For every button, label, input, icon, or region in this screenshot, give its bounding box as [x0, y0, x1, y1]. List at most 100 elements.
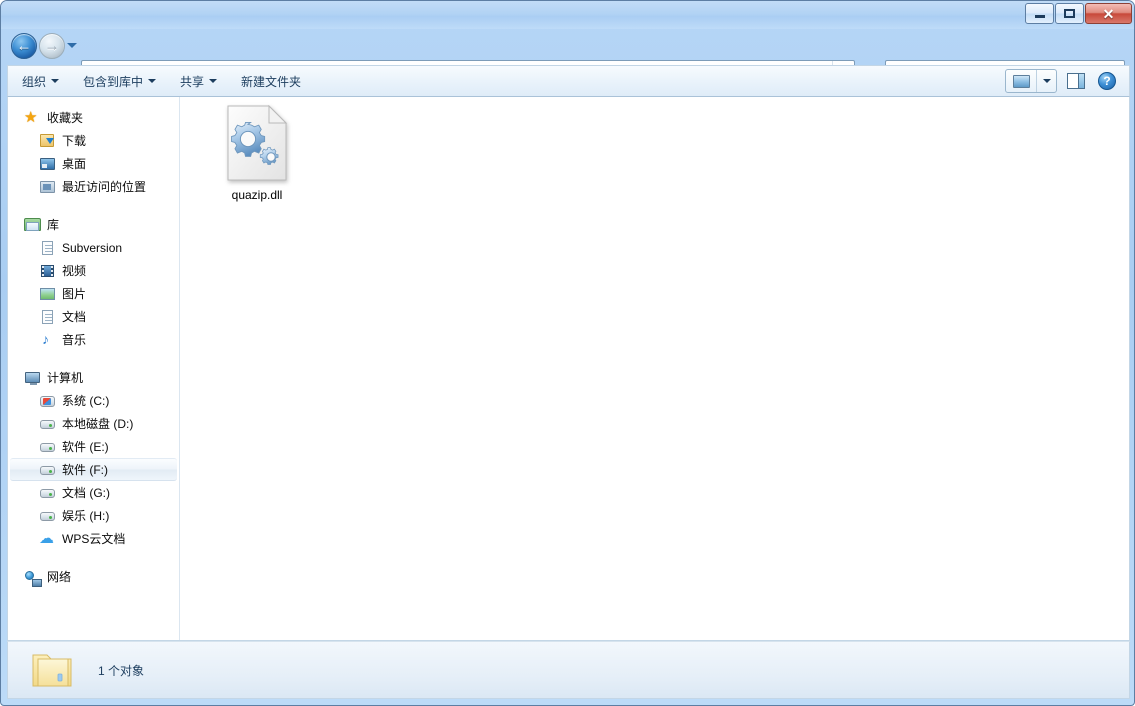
library-icon	[24, 217, 41, 233]
sidebar-label-pictures: 图片	[62, 286, 87, 301]
navigation-pane[interactable]: ★ 收藏夹 下载 桌面 最近访问的位置 库 Subversion 视频 图片 文…	[8, 97, 180, 640]
new-folder-button[interactable]: 新建文件夹	[231, 69, 311, 93]
sidebar-item-recent-places[interactable]: 最近访问的位置	[8, 175, 179, 198]
close-button[interactable]: ✕	[1085, 3, 1132, 24]
star-icon: ★	[24, 108, 38, 126]
cloud-icon: ☁	[39, 529, 54, 547]
include-in-library-button[interactable]: 包含到库中	[73, 69, 166, 93]
drive-icon	[39, 485, 56, 501]
share-button[interactable]: 共享	[170, 69, 227, 93]
organize-button[interactable]: 组织	[12, 69, 69, 93]
view-icon	[1012, 74, 1030, 88]
sidebar-item-documents[interactable]: 文档	[8, 305, 179, 328]
drive-icon	[39, 416, 56, 432]
nav-group-computer: 计算机 系统 (C:) 本地磁盘 (D:) 软件 (E:) 软件 (F:) 文档…	[8, 366, 179, 550]
view-mode-dropdown[interactable]	[1036, 70, 1056, 92]
chevron-down-icon	[148, 79, 157, 83]
sidebar-label-network: 网络	[47, 569, 72, 584]
file-list-pane[interactable]: quazip.dll	[180, 97, 1129, 640]
sidebar-label-drive-g: 文档 (G:)	[62, 485, 110, 500]
toolbar-right-group: ?	[1005, 69, 1129, 93]
sidebar-label-libraries: 库	[47, 217, 60, 232]
organize-label: 组织	[22, 74, 47, 89]
recent-pages-dropdown[interactable]	[67, 43, 77, 48]
chevron-down-icon	[209, 79, 218, 83]
sidebar-item-videos[interactable]: 视频	[8, 259, 179, 282]
change-view-button[interactable]	[1006, 70, 1036, 92]
sidebar-label-wps-cloud: WPS云文档	[62, 531, 126, 546]
minimize-icon	[1034, 15, 1045, 18]
document-icon	[39, 240, 56, 256]
window-controls: ✕	[1025, 3, 1132, 24]
sidebar-item-favorites[interactable]: ★ 收藏夹	[8, 106, 179, 129]
preview-pane-button[interactable]	[1063, 69, 1089, 93]
sidebar-label-drive-h: 娱乐 (H:)	[62, 508, 110, 523]
sidebar-label-subversion: Subversion	[62, 240, 123, 255]
forward-arrow-icon: →	[44, 37, 60, 55]
maximize-icon	[1064, 9, 1075, 18]
sidebar-label-computer: 计算机	[47, 370, 84, 385]
share-label: 共享	[180, 74, 205, 89]
navigation-bar: ← → ▸ 计算机 ▸ 软件 (F:) ▸ 系统之家 ▸ 新建文件夹 (14) …	[1, 29, 1134, 88]
sidebar-item-drive-d[interactable]: 本地磁盘 (D:)	[8, 412, 179, 435]
back-arrow-icon: ←	[16, 37, 32, 55]
sidebar-item-network[interactable]: 网络	[8, 565, 179, 588]
sidebar-item-subversion[interactable]: Subversion	[8, 236, 179, 259]
maximize-button[interactable]	[1055, 3, 1084, 24]
file-name-label: quazip.dll	[231, 188, 283, 202]
sidebar-label-recent-places: 最近访问的位置	[62, 179, 147, 194]
pictures-icon	[39, 286, 56, 302]
music-icon: ♪	[42, 330, 49, 347]
sidebar-item-drive-f[interactable]: 软件 (F:)	[10, 458, 177, 481]
sidebar-label-music: 音乐	[62, 332, 87, 347]
sidebar-item-downloads[interactable]: 下载	[8, 129, 179, 152]
sidebar-label-favorites: 收藏夹	[47, 110, 84, 125]
system-drive-icon	[39, 393, 56, 409]
explorer-window: ✕ ← → ▸ 计算机 ▸ 软件 (F:) ▸ 系统之家 ▸ 新建文	[0, 0, 1135, 706]
sidebar-label-drive-f: 软件 (F:)	[62, 462, 108, 477]
chevron-down-icon	[1042, 79, 1051, 83]
sidebar-item-pictures[interactable]: 图片	[8, 282, 179, 305]
nav-group-libraries: 库 Subversion 视频 图片 文档 ♪ 音乐	[8, 213, 179, 351]
status-text: 1 个对象	[98, 663, 145, 678]
drive-icon	[39, 439, 56, 455]
sidebar-label-drive-e: 软件 (E:)	[62, 439, 109, 454]
sidebar-item-music[interactable]: ♪ 音乐	[8, 328, 179, 351]
network-icon	[25, 570, 42, 587]
recent-places-icon	[39, 179, 56, 195]
video-icon	[39, 263, 56, 279]
folder-icon	[30, 650, 76, 690]
sidebar-label-desktop: 桌面	[62, 156, 87, 171]
help-icon: ?	[1098, 72, 1116, 90]
file-item-quazip-dll[interactable]: quazip.dll	[202, 104, 312, 217]
sidebar-label-drive-c: 系统 (C:)	[62, 393, 110, 408]
title-bar: ✕	[1, 1, 1134, 29]
sidebar-label-videos: 视频	[62, 263, 87, 278]
sidebar-item-drive-h[interactable]: 娱乐 (H:)	[8, 504, 179, 527]
drive-icon	[39, 508, 56, 524]
downloads-icon	[39, 133, 56, 149]
computer-icon	[24, 370, 41, 386]
sidebar-item-drive-e[interactable]: 软件 (E:)	[8, 435, 179, 458]
sidebar-item-drive-c[interactable]: 系统 (C:)	[8, 389, 179, 412]
sidebar-item-drive-g[interactable]: 文档 (G:)	[8, 481, 179, 504]
nav-group-network: 网络	[8, 565, 179, 588]
minimize-button[interactable]	[1025, 3, 1054, 24]
forward-button[interactable]: →	[39, 33, 65, 59]
sidebar-item-wps-cloud[interactable]: ☁ WPS云文档	[8, 527, 179, 550]
sidebar-label-downloads: 下载	[62, 133, 87, 148]
content-area: ★ 收藏夹 下载 桌面 最近访问的位置 库 Subversion 视频 图片 文…	[7, 97, 1130, 641]
command-toolbar: 组织 包含到库中 共享 新建文件夹 ?	[7, 65, 1130, 97]
new-folder-label: 新建文件夹	[241, 74, 302, 89]
sidebar-item-desktop[interactable]: 桌面	[8, 152, 179, 175]
status-bar: 1 个对象	[7, 641, 1130, 699]
help-button[interactable]: ?	[1095, 69, 1119, 93]
documents-icon	[39, 309, 56, 325]
sidebar-item-computer[interactable]: 计算机	[8, 366, 179, 389]
sidebar-item-libraries[interactable]: 库	[8, 213, 179, 236]
back-button[interactable]: ←	[11, 33, 37, 59]
preview-pane-icon	[1067, 73, 1085, 89]
